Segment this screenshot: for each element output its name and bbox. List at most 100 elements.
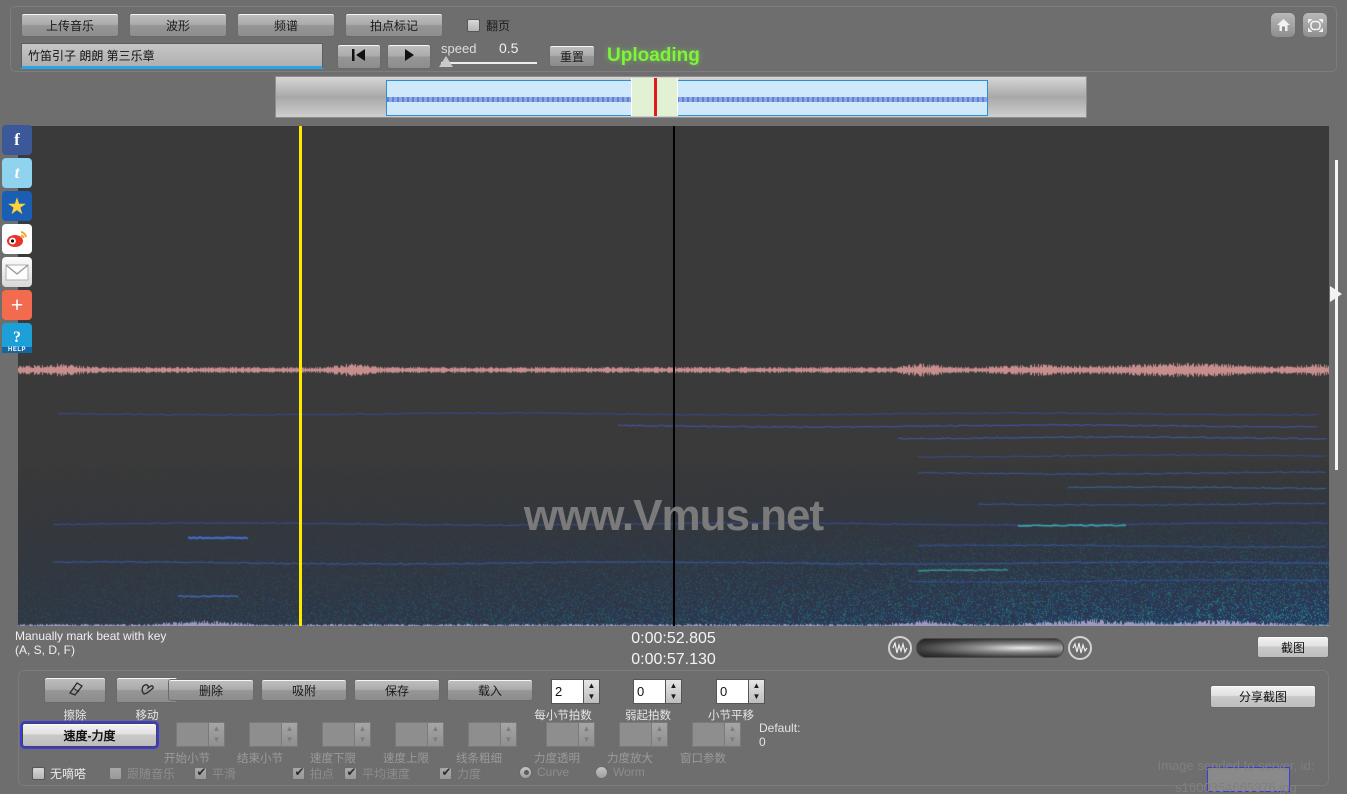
twitter-icon[interactable]: t [2,158,32,188]
snap-button[interactable]: 吸附 [261,679,347,701]
bar-shift-arrows[interactable]: ▲ ▼ [748,679,765,704]
load-label: 载入 [477,683,502,698]
spectrogram-playhead-cursor[interactable] [299,126,302,626]
pickup-beats-value[interactable]: 0 [633,679,665,704]
curve-radio[interactable] [519,765,532,779]
worm-radio[interactable] [595,765,608,779]
spectrogram-view[interactable]: www.Vmus.net 14-1 12.6 25.0 [18,126,1329,626]
option-average-tempo[interactable]: 平均速度 [344,765,410,782]
dynamics-gain-spinner[interactable]: ▲ ▼ [619,722,668,747]
email-icon[interactable] [2,257,32,287]
beats-per-bar-spinner[interactable]: 2 ▲ ▼ [551,679,600,704]
speed-slider-group[interactable]: speed 0.5 [439,40,537,69]
tempo-min-arrows[interactable]: ▲ ▼ [354,722,371,747]
dynamics-opacity-value[interactable] [546,722,578,747]
start-bar-value[interactable] [176,722,208,747]
screenshot-button[interactable]: 截图 [1257,636,1329,658]
overview-selection-region[interactable] [386,80,988,116]
option-no-tick[interactable]: 无嘀嗒 [32,765,86,782]
window-param-label: 窗口参数 [680,753,726,765]
share-more-icon[interactable]: + [2,290,32,320]
qzone-icon[interactable]: ★ [2,191,32,221]
pickup-beats-spinner[interactable]: 0 ▲ ▼ [633,679,682,704]
start-bar-spinner[interactable]: ▲ ▼ [176,722,225,747]
dynamics-gain-label: 力度放大 [607,753,653,765]
share-screenshot-button[interactable]: 分享截图 [1210,685,1316,708]
load-button[interactable]: 载入 [447,679,533,701]
bar-shift-spinner[interactable]: 0 ▲ ▼ [716,679,765,704]
delete-button[interactable]: 删除 [168,679,254,701]
tab-upload-music[interactable]: 上传音乐 [21,13,119,37]
overview-playhead[interactable] [654,78,657,116]
spectrogram-marker-line[interactable] [673,126,675,626]
window-param-spinner[interactable]: ▲ ▼ [692,722,741,747]
dynamics-gain-value[interactable] [619,722,651,747]
tab-spectrum[interactable]: 频谱 [237,13,335,37]
start-bar-arrows[interactable]: ▲ ▼ [208,722,225,747]
reset-label: 重置 [559,49,584,64]
smooth-checkbox[interactable] [194,765,208,780]
save-button[interactable]: 保存 [354,679,440,701]
end-bar-spinner[interactable]: ▲ ▼ [249,722,298,747]
beats-per-bar-arrows[interactable]: ▲ ▼ [583,679,600,704]
window-param-arrows[interactable]: ▲ ▼ [724,722,741,747]
dynamics-checkbox[interactable] [439,765,453,780]
play-button[interactable] [387,43,431,69]
radio-worm[interactable]: Worm [595,765,645,779]
tempo-min-value[interactable] [322,722,354,747]
scrollbar-track[interactable] [1335,160,1338,470]
tempo-max-spinner[interactable]: ▲ ▼ [395,722,444,747]
follow-music-checkbox[interactable] [109,767,122,780]
bottom-row-tools: 擦除 移动 删除 吸附 保存 载入 2 ▲ ▼ 每小节拍数 0 ▲ ▼ 弱起拍数 0… [19,677,1328,722]
page-turn-checkbox[interactable] [467,18,480,32]
bar-shift-value[interactable]: 0 [716,679,748,704]
speed-dynamics-mode-button[interactable]: 速度-力度 [20,721,159,749]
start-bar-label: 开始小节 [164,753,210,765]
home-icon[interactable] [1270,12,1296,38]
tab-beat-mark[interactable]: 拍点标记 [345,13,443,37]
end-bar-value[interactable] [249,722,281,747]
tempo-min-spinner[interactable]: ▲ ▼ [322,722,371,747]
overview-navigator[interactable] [275,76,1087,118]
track-title-field[interactable]: 竹笛引子 朗朗 第三乐章 [21,43,323,69]
option-beat[interactable]: 拍点 [292,765,334,782]
tab-waveform[interactable]: 波形 [129,13,227,37]
beats-per-bar-value[interactable]: 2 [551,679,583,704]
dynamics-opacity-spinner[interactable]: ▲ ▼ [546,722,595,747]
window-param-value[interactable] [692,722,724,747]
speed-slider-thumb[interactable] [439,56,453,67]
tempo-max-arrows[interactable]: ▲ ▼ [427,722,444,747]
tempo-max-value[interactable] [395,722,427,747]
page-turn-checkbox-group[interactable]: 翻页 [467,17,510,34]
option-dynamics[interactable]: 力度 [439,765,481,782]
weibo-icon[interactable] [2,224,32,254]
pickup-beats-arrows[interactable]: ▲ ▼ [665,679,682,704]
total-time: 0:00:57.130 [631,651,716,668]
rewind-to-start-button[interactable] [337,43,381,69]
speed-slider-track[interactable] [441,62,537,64]
help-icon[interactable]: ? HELP [2,323,32,353]
line-thickness-arrows[interactable]: ▲ ▼ [500,722,517,747]
scrollbar-thumb[interactable] [1330,286,1342,302]
dynamics-gain-arrows[interactable]: ▲ ▼ [651,722,668,747]
radio-curve[interactable]: Curve [519,765,569,779]
beat-checkbox[interactable] [292,765,306,780]
erase-tool[interactable] [44,677,106,703]
no-tick-checkbox[interactable] [32,767,45,780]
fullscreen-icon[interactable] [1302,12,1328,38]
line-thickness-spinner[interactable]: ▲ ▼ [468,722,517,747]
line-thickness-value[interactable] [468,722,500,747]
reset-button[interactable]: 重置 [549,45,595,67]
dynamics-opacity-arrows[interactable]: ▲ ▼ [578,722,595,747]
end-bar-arrows[interactable]: ▲ ▼ [281,722,298,747]
volume-control-group[interactable] [888,636,1092,660]
average-tempo-checkbox[interactable] [344,765,358,780]
option-smooth[interactable]: 平滑 [194,765,236,782]
facebook-icon[interactable]: f [2,125,32,155]
spectrogram-vertical-scrollbar[interactable] [1330,160,1342,470]
no-tick-label: 无嘀嗒 [50,767,87,781]
time-display: 0:00:52.805 0:00:57.130 [10,628,1337,670]
option-follow-music[interactable]: 跟随音乐 [109,765,175,782]
track-title-text: 竹笛引子 朗朗 第三乐章 [28,48,155,63]
volume-slider[interactable] [916,638,1064,658]
